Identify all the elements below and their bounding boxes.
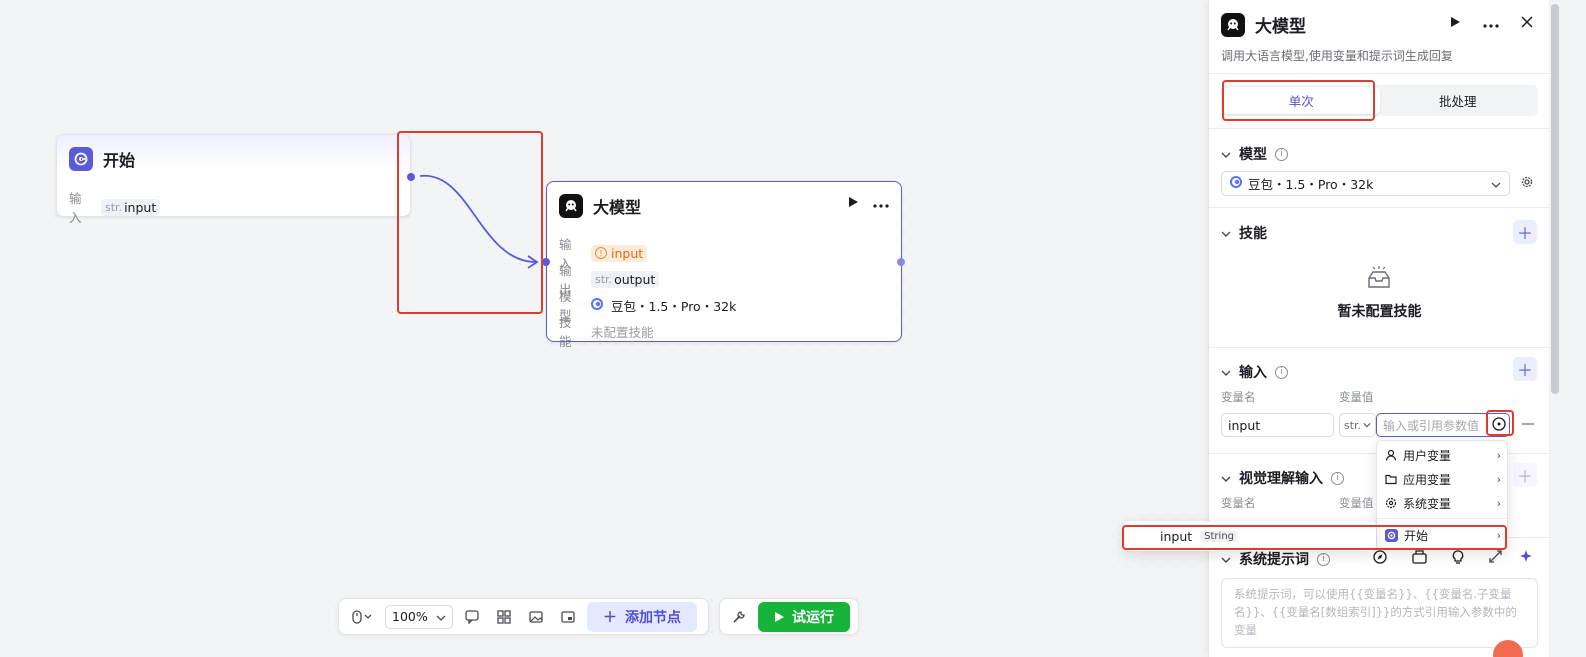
add-node-button[interactable]: ＋ 添加节点 <box>587 601 697 632</box>
chevron-right-icon: › <box>1496 528 1501 542</box>
var-name-input[interactable]: input <box>1221 413 1334 437</box>
start-input-tag: str. input <box>101 198 161 216</box>
chevron-down-icon <box>436 609 446 624</box>
skills-section-header[interactable]: 技能 <box>1221 223 1267 243</box>
llm-panel-icon <box>1221 12 1245 37</box>
vision-col-var-value: 变量值 <box>1339 496 1374 510</box>
chevron-right-icon: › <box>1496 496 1501 510</box>
tab-batch[interactable]: 批处理 <box>1380 87 1537 114</box>
var-value-input[interactable]: 输入或引用参数值 <box>1376 413 1510 437</box>
skills-empty-text: 暂未配置技能 <box>1337 304 1422 320</box>
empty-box-icon <box>1366 266 1392 294</box>
play-icon <box>775 611 784 622</box>
comment-icon[interactable] <box>459 604 485 630</box>
panel-scrollbar[interactable] <box>1551 4 1559 394</box>
chevron-down-icon <box>1491 176 1501 191</box>
node-config-panel: 大模型 调用大语言模型,使用变量和提示词生成回复 单次 批处理 模型 i 豆包・… <box>1208 0 1550 657</box>
start-node-icon <box>69 147 93 171</box>
panel-title: 大模型 <box>1255 17 1306 37</box>
llm-skill-value: 未配置技能 <box>591 324 654 340</box>
test-run-button[interactable]: 试运行 <box>758 601 850 632</box>
start-variables-submenu[interactable]: input String <box>1124 521 1376 551</box>
expand-icon[interactable] <box>1489 550 1502 567</box>
panel-description: 调用大语言模型,使用变量和提示词生成回复 <box>1221 49 1453 63</box>
system-prompt-section-header[interactable]: 系统提示词 i <box>1221 549 1330 569</box>
chevron-down-icon <box>1221 472 1231 485</box>
lightbulb-icon[interactable] <box>1452 550 1464 568</box>
llm-input-port[interactable] <box>542 258 550 266</box>
run-node-icon[interactable] <box>847 196 859 212</box>
layout-icon[interactable] <box>491 604 517 630</box>
menu-item-app-vars[interactable]: 应用变量 › <box>1383 467 1503 491</box>
folder-icon <box>1385 474 1397 485</box>
mode-tabs: 单次 批处理 <box>1221 85 1538 116</box>
run-node-icon[interactable] <box>1449 16 1461 32</box>
compass-icon[interactable] <box>1373 550 1387 568</box>
start-input-label: 输入 <box>69 191 82 225</box>
col-var-value: 变量值 <box>1339 390 1374 404</box>
system-prompt-input[interactable]: 系统提示词，可以使用{{变量名}}、{{变量名.子变量名}}、{{变量名[数组索… <box>1221 578 1538 648</box>
reference-variable-icon[interactable] <box>1492 417 1506 435</box>
col-var-name: 变量名 <box>1221 390 1256 404</box>
info-icon[interactable]: i <box>1317 552 1330 566</box>
chevron-down-icon <box>1221 227 1231 240</box>
image-icon[interactable] <box>523 604 549 630</box>
mouse-mode-icon[interactable] <box>345 604 379 630</box>
gear-icon <box>1385 497 1397 509</box>
more-icon[interactable] <box>1483 17 1499 32</box>
close-icon[interactable] <box>1521 16 1533 32</box>
add-input-button[interactable]: ＋ <box>1513 357 1537 381</box>
run-toolbar: 试运行 <box>719 598 859 635</box>
chevron-down-icon <box>1221 553 1231 566</box>
add-skill-button[interactable]: ＋ <box>1513 220 1537 244</box>
info-icon[interactable]: i <box>1331 471 1344 485</box>
start-node[interactable]: 开始 输入 str. input <box>56 134 411 225</box>
minimap-icon[interactable] <box>555 604 581 630</box>
chevron-down-icon <box>1221 148 1231 161</box>
menu-item-system-vars[interactable]: 系统变量 › <box>1383 491 1503 515</box>
plus-icon: ＋ <box>603 609 617 626</box>
wrench-icon[interactable] <box>726 604 752 630</box>
llm-output-port[interactable] <box>897 258 905 266</box>
input-section-header[interactable]: 输入 i <box>1221 362 1288 382</box>
variable-reference-menu: 用户变量 › 应用变量 › 系统变量 › 开始 › <box>1376 440 1509 550</box>
chevron-right-icon: › <box>1496 448 1501 462</box>
var-type-select[interactable]: str. <box>1339 413 1376 437</box>
doubao-icon <box>591 297 603 313</box>
chevron-down-icon <box>1363 423 1371 428</box>
gear-icon[interactable] <box>1520 175 1534 193</box>
warning-icon: ! <box>595 247 607 259</box>
info-icon[interactable]: i <box>1275 147 1288 161</box>
user-icon <box>1385 449 1397 461</box>
template-icon[interactable] <box>1412 550 1427 568</box>
llm-node-title: 大模型 <box>593 198 642 217</box>
remove-input-icon[interactable]: — <box>1521 416 1535 432</box>
llm-node[interactable]: 大模型 输入 ! input 输出 str. output 模型 豆包・1.5・… <box>546 181 902 349</box>
vision-col-var-name: 变量名 <box>1221 496 1256 510</box>
start-node-icon <box>1385 528 1398 542</box>
start-node-title: 开始 <box>103 151 136 170</box>
llm-skill-label: 技能 <box>559 315 572 349</box>
add-vision-button[interactable]: ＋ <box>1513 463 1537 487</box>
menu-item-user-vars[interactable]: 用户变量 › <box>1383 443 1503 467</box>
llm-input-tag: ! input <box>591 244 648 262</box>
submenu-var-name: input <box>1160 528 1193 544</box>
doubao-icon <box>1230 176 1242 191</box>
info-icon[interactable]: i <box>1275 365 1288 379</box>
more-icon[interactable] <box>873 197 889 212</box>
model-section-header[interactable]: 模型 i <box>1221 144 1288 164</box>
vision-section-header[interactable]: 视觉理解输入 i <box>1221 468 1344 488</box>
canvas-toolbar: 100% ＋ 添加节点 <box>338 598 709 635</box>
chevron-right-icon: › <box>1496 472 1501 486</box>
llm-node-icon <box>559 194 583 218</box>
menu-item-start[interactable]: 开始 › <box>1383 523 1503 547</box>
zoom-select[interactable]: 100% <box>385 604 453 629</box>
model-select[interactable]: 豆包・1.5・Pro・32k <box>1221 171 1510 196</box>
chevron-down-icon <box>1221 366 1231 379</box>
tab-single[interactable]: 单次 <box>1223 87 1380 114</box>
ai-sparkle-icon[interactable] <box>1519 549 1534 568</box>
submenu-var-type: String <box>1200 530 1238 542</box>
connection-edge[interactable] <box>410 170 550 270</box>
llm-output-tag: str. output <box>591 270 660 288</box>
